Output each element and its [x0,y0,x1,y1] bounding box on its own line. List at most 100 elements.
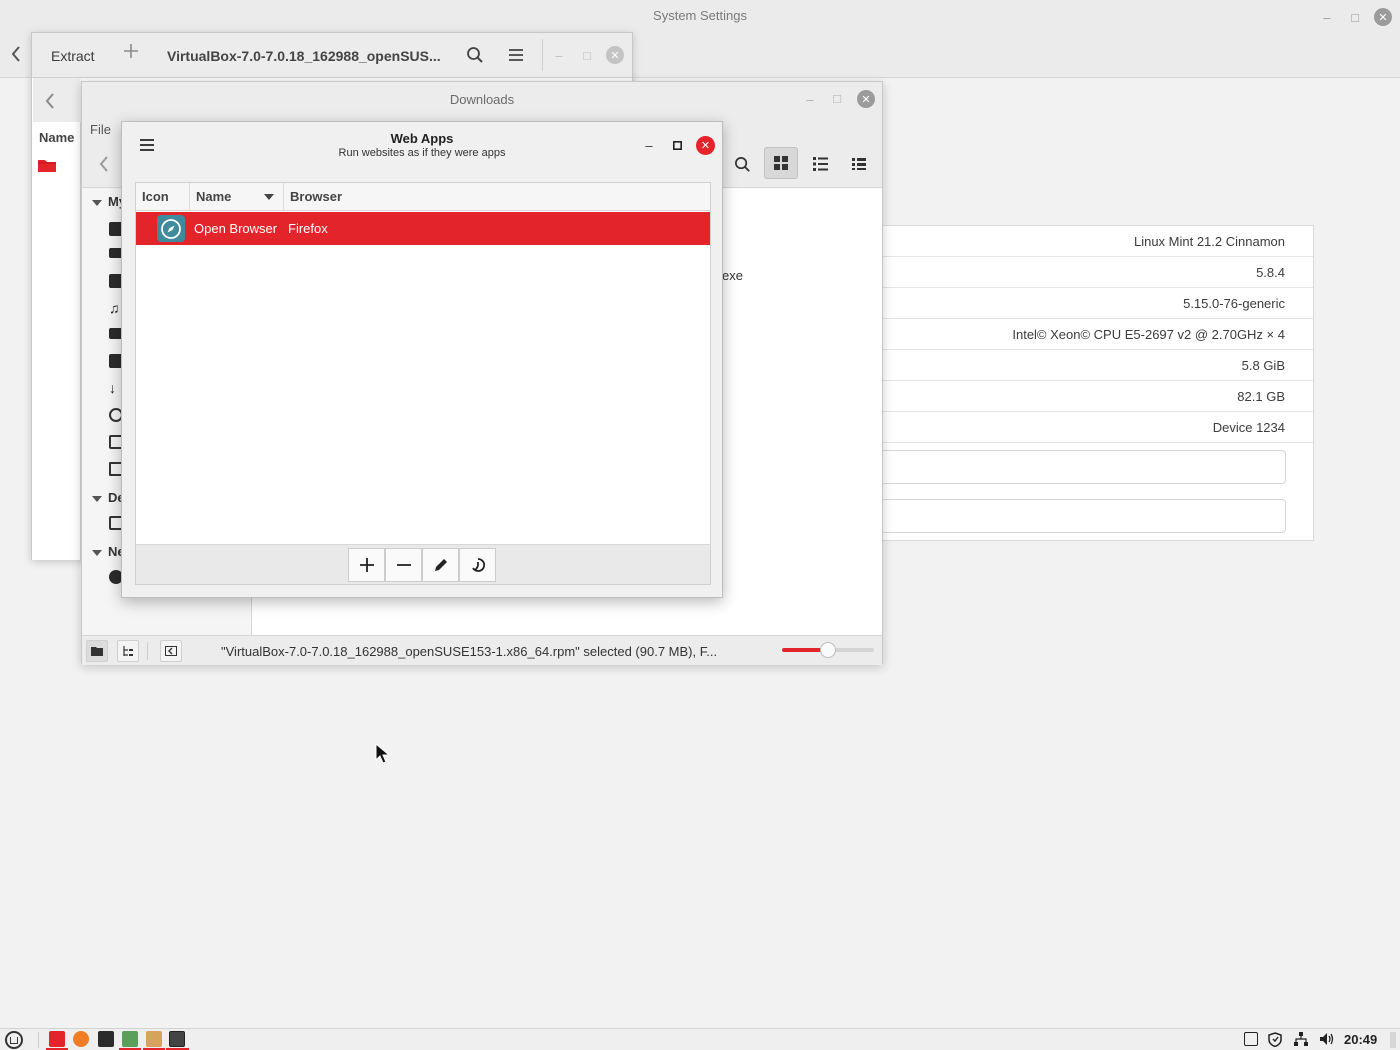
row-name: Open Browser [194,221,278,236]
archive-title: VirtualBox-7.0-7.0.18_162988_openSUS... [167,48,441,64]
grid-icon [774,156,788,170]
show-places-button[interactable] [86,640,108,662]
zoom-slider[interactable] [782,642,874,658]
back-button[interactable] [98,155,110,173]
volume-icon[interactable] [1319,1032,1334,1046]
file-name-partial[interactable]: exe [722,268,743,283]
settings-field[interactable] [882,450,1286,484]
settings-field[interactable] [882,499,1286,533]
info-row-kernel: 5.15.0-76-generic [882,288,1313,319]
table-row[interactable]: Open Browser Firefox [136,212,710,245]
maximize-button[interactable]: □ [1345,7,1365,27]
menu-icon[interactable] [5,1031,23,1049]
webapps-toolbar [135,544,711,585]
remove-button[interactable] [385,548,422,582]
show-tree-button[interactable] [117,640,139,662]
minimize-button[interactable]: – [800,89,820,109]
files-statusbar: "VirtualBox-7.0-7.0.18_162988_openSUSE15… [82,635,882,665]
expander-icon [92,199,102,206]
close-button[interactable]: ✕ [696,136,715,155]
add-files-button[interactable] [122,42,140,60]
row-browser: Firefox [288,221,328,236]
close-button[interactable]: ✕ [857,90,875,108]
column-header-name[interactable]: Name [190,183,284,211]
folder-icon [91,647,103,656]
files-titlebar: Downloads – □ ✕ [45,82,882,118]
plus-icon [124,44,138,58]
list-icon [812,157,828,171]
minimize-button[interactable]: – [549,45,569,65]
extract-button[interactable]: Extract [51,48,95,64]
maximize-button[interactable] [667,135,687,155]
network-icon[interactable] [1294,1032,1308,1046]
clock[interactable]: 20:49 [1344,1032,1377,1047]
edit-button[interactable] [422,548,459,582]
menu-button[interactable] [508,47,524,63]
files-taskbar-icon[interactable] [49,1031,65,1047]
back-button[interactable] [44,92,56,110]
chevron-left-icon [45,93,54,109]
show-desktop-button[interactable] [1390,1032,1396,1048]
status-text: "VirtualBox-7.0-7.0.18_162988_openSUSE15… [221,644,718,659]
archive-location-bar [33,78,81,122]
archive-headerbar: Extract VirtualBox-7.0-7.0.18_162988_ope… [11,33,632,78]
clipboard-icon[interactable] [1244,1032,1258,1046]
terminal-taskbar-icon[interactable] [98,1031,114,1047]
add-button[interactable] [348,548,385,582]
compact-view-button[interactable] [842,148,876,180]
column-header-browser[interactable]: Browser [284,183,710,211]
mint-logo-icon [10,1036,18,1044]
launch-icon [471,558,485,572]
maximize-button[interactable]: □ [577,45,597,65]
info-row-cpu: Intel© Xeon© CPU E5-2697 v2 @ 2.70GHz × … [882,319,1313,350]
minimize-button[interactable]: – [639,135,659,155]
info-row-os: Linux Mint 21.2 Cinnamon [882,226,1313,257]
pencil-icon [434,559,447,571]
name-column-header[interactable]: Name [33,126,81,150]
pointer-icon [375,743,391,764]
back-button[interactable] [10,45,22,63]
search-button[interactable] [466,46,484,64]
toggle-sidebar-button[interactable] [160,640,182,662]
archive-file-list [32,78,81,560]
webapps-headerbar: Web Apps Run websites as if they were ap… [122,122,722,170]
minimize-button[interactable]: – [1317,7,1337,27]
tree-icon [123,646,133,656]
maximize-button[interactable]: □ [827,88,847,108]
window-title: System Settings [653,8,747,23]
hamburger-icon [509,49,523,61]
webapps-taskbar-icon[interactable] [169,1031,185,1047]
column-header-icon[interactable]: Icon [136,183,190,211]
plus-icon [359,558,374,572]
menu-file[interactable]: File [90,122,111,137]
folder-icon[interactable] [37,157,57,173]
search-icon [467,47,483,63]
search-button[interactable] [725,148,759,180]
divider [147,642,148,660]
info-row-cinnamon: 5.8.4 [882,257,1313,288]
chevron-left-icon [99,156,108,172]
firefox-taskbar-icon[interactable] [73,1031,89,1047]
sidebar-section-network[interactable]: Ne [92,544,125,559]
sidebar-toggle-icon [165,646,177,656]
window-title: Downloads [449,92,515,107]
launch-button[interactable] [459,548,496,582]
chevron-left-icon [11,46,20,62]
archive-manager-taskbar-icon[interactable] [146,1031,162,1047]
taskbar: 20:49 [0,1028,1400,1050]
divider [38,1032,39,1048]
minus-icon [396,564,411,566]
window-subtitle: Run websites as if they were apps [338,147,506,159]
icon-view-button[interactable] [764,147,798,179]
compact-grid-icon [852,158,866,170]
sidebar-section-devices[interactable]: De [92,490,125,505]
webapp-icon [157,215,185,242]
list-view-button[interactable] [803,148,837,180]
webapps-window: Web Apps Run websites as if they were ap… [121,121,723,598]
close-button[interactable]: ✕ [1374,8,1392,26]
close-button[interactable]: ✕ [606,46,624,64]
zoom-slider-handle[interactable] [820,642,836,658]
shield-icon[interactable] [1268,1032,1282,1047]
system-settings-taskbar-icon[interactable] [122,1031,138,1047]
compass-icon [161,218,181,239]
